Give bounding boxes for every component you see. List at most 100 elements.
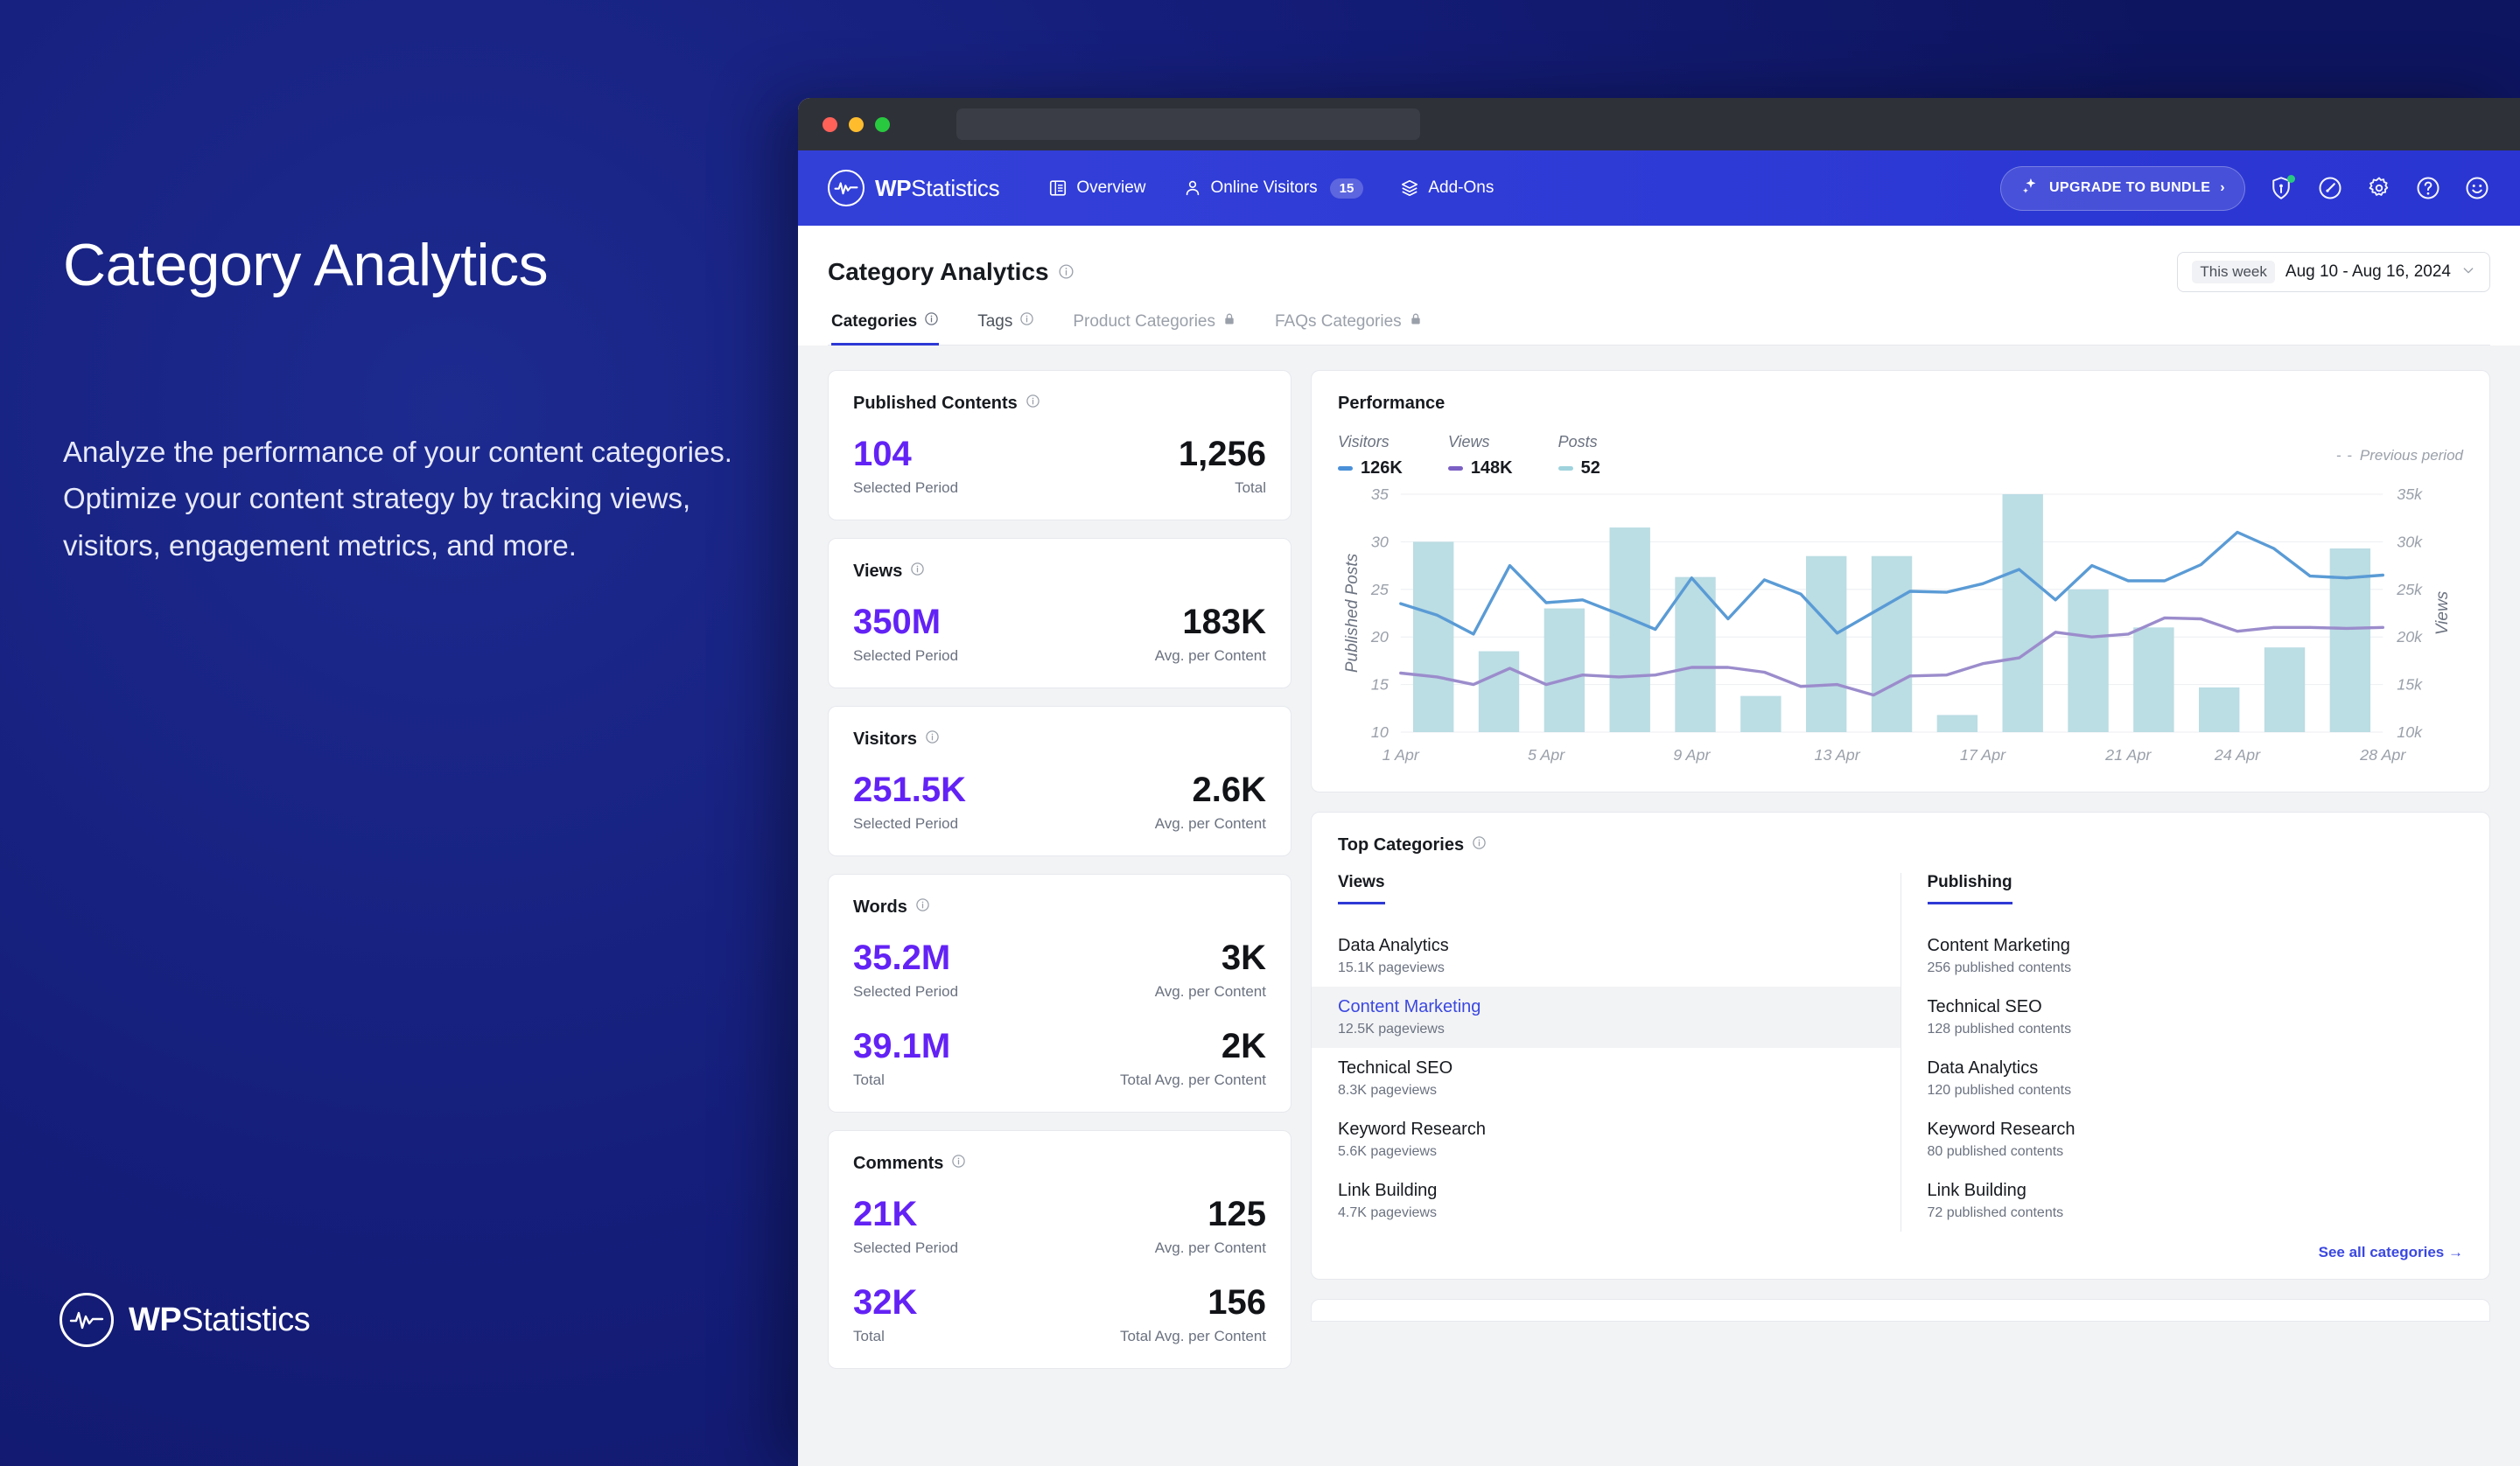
category-sub: 80 published contents	[1927, 1144, 2064, 1159]
stat-right-label: Total Avg. per Content	[1120, 1328, 1266, 1344]
nav-item-overview[interactable]: Overview	[1048, 178, 1146, 198]
url-input[interactable]	[956, 108, 1420, 140]
help-question-icon[interactable]	[2415, 175, 2441, 201]
nav-item-online-visitors[interactable]: Online Visitors 15	[1183, 178, 1364, 199]
minimize-dot[interactable]	[849, 116, 864, 132]
info-icon[interactable]	[1026, 394, 1040, 414]
info-icon[interactable]	[1058, 258, 1074, 286]
info-icon[interactable]	[1472, 835, 1487, 855]
date-range-picker[interactable]: This week Aug 10 - Aug 16, 2024	[2177, 252, 2490, 292]
list-item[interactable]: Keyword Research 80 published contents	[1901, 1109, 2490, 1170]
legend-posts-value: 52	[1580, 458, 1600, 478]
tab-views[interactable]: Views	[1338, 873, 1385, 904]
list-item[interactable]: Technical SEO 128 published contents	[1901, 987, 2490, 1048]
legend-item-views[interactable]: Views 148K	[1447, 433, 1513, 478]
tab-faqs-categories-label: FAQs Categories	[1275, 311, 1402, 331]
legend-item-visitors[interactable]: Visitors 126K	[1338, 433, 1403, 478]
category-sub: 5.6K pageviews	[1338, 1144, 1437, 1159]
wp-statistics-logo-icon	[828, 170, 864, 206]
stat-right-value: 183K	[1182, 603, 1266, 641]
views-list: Data Analytics 15.1K pageviews Content M…	[1312, 925, 1900, 1232]
tab-product-categories[interactable]: Product Categories	[1054, 311, 1256, 345]
page-title: Category Analytics	[828, 258, 1074, 286]
list-item[interactable]: Data Analytics 120 published contents	[1901, 1048, 2490, 1109]
list-item[interactable]: Keyword Research 5.6K pageviews	[1312, 1109, 1900, 1170]
legend-visitors-name: Visitors	[1338, 433, 1390, 450]
stat-left: 35.2M Selected Period	[853, 940, 958, 1001]
category-name: Keyword Research	[1927, 1120, 2076, 1139]
svg-text:28 Apr: 28 Apr	[2359, 746, 2406, 764]
list-item[interactable]: Technical SEO 8.3K pageviews	[1312, 1048, 1900, 1109]
stat-right-label: Avg. per Content	[1154, 1239, 1266, 1256]
lock-icon	[1222, 311, 1236, 332]
legend-item-posts[interactable]: Posts 52	[1558, 433, 1600, 478]
info-icon	[924, 311, 939, 332]
tab-categories[interactable]: Categories	[828, 311, 958, 346]
overview-list-icon	[1048, 178, 1068, 198]
tab-publishing[interactable]: Publishing	[1927, 873, 2012, 904]
smiley-feedback-icon[interactable]	[2464, 175, 2490, 201]
svg-text:10: 10	[1371, 723, 1389, 741]
legend-views-name: Views	[1447, 433, 1490, 450]
svg-text:35: 35	[1371, 485, 1390, 503]
stat-right-value: 3K	[1221, 939, 1266, 977]
stat-left-value: 350M	[853, 603, 942, 641]
stat-left: 350M Selected Period	[853, 604, 958, 665]
category-sub: 12.5K pageviews	[1338, 1022, 1445, 1037]
category-sub: 4.7K pageviews	[1338, 1205, 1437, 1220]
upgrade-to-bundle-label: UPGRADE TO BUNDLE	[2048, 180, 2211, 195]
performance-chart[interactable]: 10 10k 15 15k 20 20k 25 25k 30 30k 35 35k Published …	[1338, 484, 2463, 772]
stat-left: 21K Selected Period	[853, 1197, 958, 1257]
nav-item-add-ons[interactable]: Add-Ons	[1400, 178, 1494, 198]
shield-privacy-icon[interactable]	[2268, 175, 2295, 201]
stat-left: 251.5K Selected Period	[853, 772, 966, 833]
arrow-right-icon: →	[2448, 1244, 2463, 1260]
top-categories-views-column: Views Data Analytics 15.1K pageviews Con…	[1312, 873, 1900, 1232]
tab-faqs-categories[interactable]: FAQs Categories	[1256, 311, 1442, 345]
stat-left-value: 251.5K	[853, 771, 966, 809]
speedometer-icon[interactable]	[2317, 175, 2343, 201]
info-icon[interactable]	[925, 730, 940, 750]
stat-left-label: Selected Period	[853, 647, 959, 664]
category-sub: 256 published contents	[1927, 960, 2072, 975]
stat-right: 2.6K Avg. per Content	[1155, 772, 1266, 833]
category-name: Keyword Research	[1338, 1120, 1486, 1139]
dashboard-body: Published Contents 104 Selected Period 1…	[798, 346, 2520, 1466]
maximize-dot[interactable]	[875, 116, 890, 132]
list-item[interactable]: Data Analytics 15.1K pageviews	[1312, 925, 1900, 987]
stat-right-label: Avg. per Content	[1154, 647, 1266, 664]
date-range-chip: This week	[2192, 261, 2275, 283]
stat-right: 183K Avg. per Content	[1155, 604, 1266, 665]
svg-text:30k: 30k	[2397, 533, 2423, 550]
legend-visitors-value-wrap: 126K	[1338, 458, 1403, 478]
see-all-categories-link[interactable]: See all categories →	[1312, 1232, 2489, 1261]
gear-icon[interactable]	[2366, 175, 2392, 201]
info-icon[interactable]	[910, 562, 925, 582]
list-item[interactable]: Content Marketing 256 published contents	[1901, 925, 2490, 987]
category-name: Data Analytics	[1927, 1058, 2039, 1078]
category-name: Link Building	[1927, 1181, 2026, 1200]
info-icon[interactable]	[915, 897, 930, 918]
stat-left: 32K Total	[853, 1285, 917, 1345]
tab-tags[interactable]: Tags	[958, 311, 1054, 345]
stat-right-value: 2K	[1221, 1027, 1266, 1065]
info-icon[interactable]	[951, 1154, 966, 1174]
list-item[interactable]: Content Marketing 12.5K pageviews	[1312, 987, 1900, 1048]
top-categories-card: Top Categories Views Data Analytics 15.1…	[1311, 812, 2490, 1280]
app-logo[interactable]: WPStatistics	[828, 170, 1000, 206]
close-dot[interactable]	[822, 116, 837, 132]
stat-right: 1,256 Total	[1179, 436, 1266, 497]
date-range-value: Aug 10 - Aug 16, 2024	[2285, 262, 2451, 281]
list-item[interactable]: Link Building 72 published contents	[1901, 1170, 2490, 1232]
stat-card-views: Views 350M Selected Period 183K Avg. per…	[828, 538, 1292, 688]
stat-card-title-text: Words	[853, 897, 907, 917]
stat-cards-column: Published Contents 104 Selected Period 1…	[828, 370, 1292, 1466]
stat-left-label: Selected Period	[853, 1239, 959, 1256]
chevron-down-icon	[2461, 263, 2475, 282]
top-categories-title-text: Top Categories	[1338, 835, 1465, 855]
list-item[interactable]: Link Building 4.7K pageviews	[1312, 1170, 1900, 1232]
stat-row: 39.1M Total 2K Total Avg. per Content	[853, 1029, 1266, 1089]
dashed-line-icon: - -	[2335, 447, 2353, 464]
stat-right: 2K Total Avg. per Content	[1120, 1029, 1266, 1089]
upgrade-to-bundle-button[interactable]: UPGRADE TO BUNDLE ›	[1999, 165, 2245, 211]
